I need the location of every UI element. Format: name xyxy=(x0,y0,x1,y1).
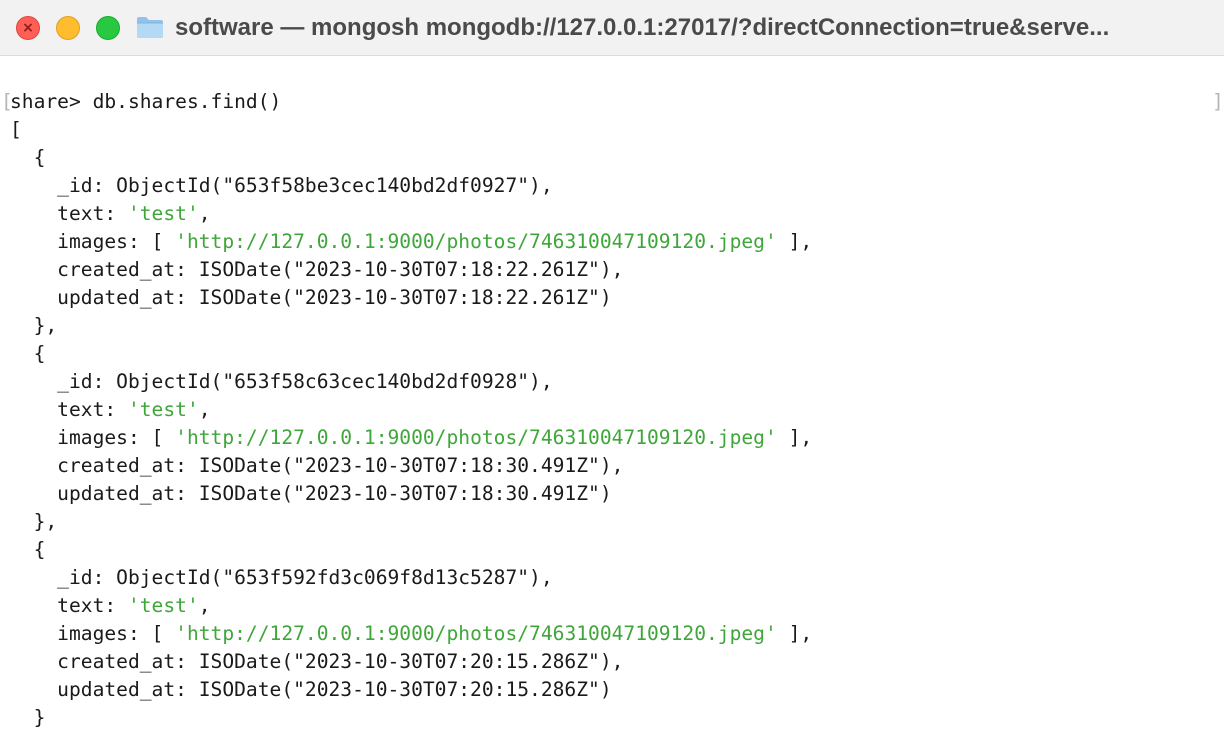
text-key: text: xyxy=(10,398,128,421)
images-key: images: [ xyxy=(10,426,176,449)
updated-at-field: updated_at: ISODate("2023-10-30T07:20:15… xyxy=(10,678,612,701)
images-field: images: [ 'http://127.0.0.1:9000/photos/… xyxy=(10,228,812,256)
terminal-window: × software — mongosh mongodb://127.0.0.1… xyxy=(0,0,1224,742)
text-end: , xyxy=(198,202,211,225)
created-at-field: created_at: ISODate("2023-10-30T07:18:30… xyxy=(10,454,624,477)
document-open: { xyxy=(10,342,46,365)
updated-at-field: updated_at: ISODate("2023-10-30T07:18:30… xyxy=(10,482,612,505)
text-field: text: 'test', xyxy=(10,396,211,424)
close-button[interactable]: × xyxy=(16,16,40,40)
id-field: _id: ObjectId("653f592fd3c069f8d13c5287"… xyxy=(10,566,553,589)
document-open: { xyxy=(10,538,46,561)
text-key: text: xyxy=(10,202,128,225)
image-url: 'http://127.0.0.1:9000/photos/7463100471… xyxy=(175,230,777,253)
images-end: ], xyxy=(776,230,813,253)
images-key: images: [ xyxy=(10,622,176,645)
created-at-field: created_at: ISODate("2023-10-30T07:18:22… xyxy=(10,258,624,281)
document-close: } xyxy=(10,706,46,729)
image-url: 'http://127.0.0.1:9000/photos/7463100471… xyxy=(175,622,777,645)
title-bar[interactable]: × software — mongosh mongodb://127.0.0.1… xyxy=(0,0,1224,56)
zoom-button[interactable] xyxy=(96,16,120,40)
text-value: 'test' xyxy=(127,594,199,617)
command: db.shares.find() xyxy=(92,90,282,113)
images-field: images: [ 'http://127.0.0.1:9000/photos/… xyxy=(10,620,812,648)
prompt-line: share> db.shares.find() xyxy=(10,88,281,116)
window-title: software — mongosh mongodb://127.0.0.1:2… xyxy=(175,14,1110,41)
id-field: _id: ObjectId("653f58be3cec140bd2df0927"… xyxy=(10,174,553,197)
prompt: share> xyxy=(10,90,93,113)
image-url: 'http://127.0.0.1:9000/photos/7463100471… xyxy=(175,426,777,449)
array-open-bracket: [ xyxy=(10,118,22,141)
document-open: { xyxy=(10,146,46,169)
text-end: , xyxy=(198,594,211,617)
images-key: images: [ xyxy=(10,230,176,253)
id-field: _id: ObjectId("653f58c63cec140bd2df0928"… xyxy=(10,370,553,393)
text-end: , xyxy=(198,398,211,421)
images-end: ], xyxy=(776,622,813,645)
updated-at-field: updated_at: ISODate("2023-10-30T07:18:22… xyxy=(10,286,612,309)
minimize-button[interactable] xyxy=(56,16,80,40)
images-field: images: [ 'http://127.0.0.1:9000/photos/… xyxy=(10,424,812,452)
terminal-output[interactable]: [ ] share> db.shares.find() [ { _id: Obj… xyxy=(0,57,1224,742)
text-value: 'test' xyxy=(127,398,199,421)
text-field: text: 'test', xyxy=(10,592,211,620)
folder-icon xyxy=(137,17,163,38)
text-key: text: xyxy=(10,594,128,617)
close-icon: × xyxy=(22,20,34,36)
document-close: }, xyxy=(10,314,58,337)
text-value: 'test' xyxy=(127,202,199,225)
text-field: text: 'test', xyxy=(10,200,211,228)
document-close: }, xyxy=(10,510,58,533)
images-end: ], xyxy=(776,426,813,449)
created-at-field: created_at: ISODate("2023-10-30T07:20:15… xyxy=(10,650,624,673)
selection-mark-right: ] xyxy=(1212,90,1224,113)
